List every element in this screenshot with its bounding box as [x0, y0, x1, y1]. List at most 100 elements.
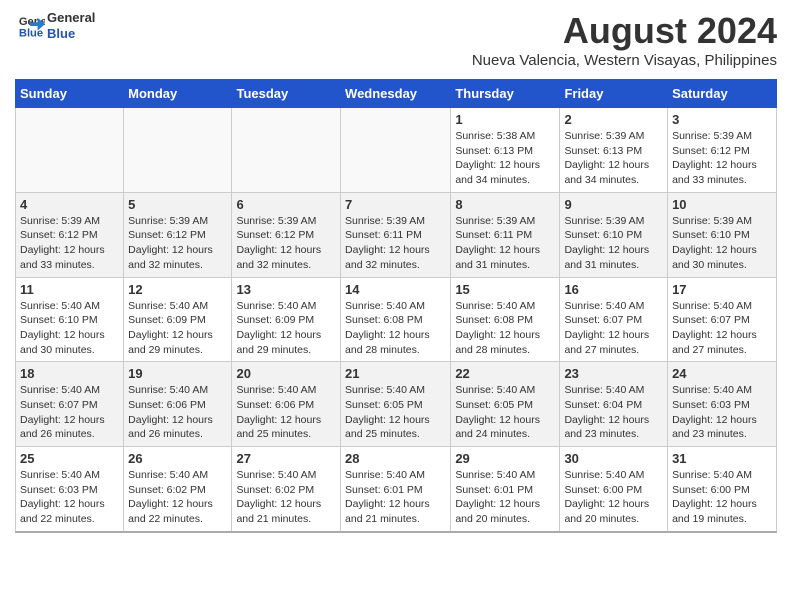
- day-number: 12: [128, 282, 227, 297]
- calendar-cell: 28 Sunrise: 5:40 AMSunset: 6:01 PMDayligh…: [341, 447, 451, 532]
- day-info: Sunrise: 5:39 AMSunset: 6:12 PMDaylight:…: [672, 129, 772, 188]
- day-number: 17: [672, 282, 772, 297]
- calendar-cell: 11Sunrise: 5:40 AMSunset: 6:10 PMDayligh…: [16, 277, 124, 362]
- calendar-cell: 30 Sunrise: 5:40 AMSunset: 6:00 PMDayligh…: [560, 447, 668, 532]
- calendar-cell: 19 Sunrise: 5:40 AMSunset: 6:06 PMDayligh…: [124, 362, 232, 447]
- calendar-cell: 20 Sunrise: 5:40 AMSunset: 6:06 PMDayligh…: [232, 362, 341, 447]
- day-info: Sunrise: 5:40 AMSunset: 6:08 PMDaylight:…: [455, 299, 555, 358]
- calendar-cell: [232, 108, 341, 193]
- day-info: Sunrise: 5:40 AMSunset: 6:05 PMDaylight:…: [455, 383, 555, 442]
- day-info: Sunrise: 5:39 AMSunset: 6:12 PMDaylight:…: [236, 214, 336, 273]
- calendar-cell: 5 Sunrise: 5:39 AMSunset: 6:12 PMDaylight…: [124, 192, 232, 277]
- calendar-cell: 27Sunrise: 5:40 AMSunset: 6:02 PMDayligh…: [232, 447, 341, 532]
- day-info: Sunrise: 5:40 AMSunset: 6:07 PMDaylight:…: [20, 383, 119, 442]
- day-number: 2: [564, 112, 663, 127]
- header-wednesday: Wednesday: [341, 80, 451, 108]
- calendar-header-row: SundayMondayTuesdayWednesdayThursdayFrid…: [16, 80, 777, 108]
- day-info: Sunrise: 5:40 AMSunset: 6:09 PMDaylight:…: [128, 299, 227, 358]
- day-info: Sunrise: 5:39 AMSunset: 6:11 PMDaylight:…: [455, 214, 555, 273]
- calendar-cell: 25 Sunrise: 5:40 AMSunset: 6:03 PMDayligh…: [16, 447, 124, 532]
- calendar-week-row: 18 Sunrise: 5:40 AMSunset: 6:07 PMDayligh…: [16, 362, 777, 447]
- calendar-week-row: 25 Sunrise: 5:40 AMSunset: 6:03 PMDayligh…: [16, 447, 777, 532]
- day-info: Sunrise: 5:40 AMSunset: 6:06 PMDaylight:…: [128, 383, 227, 442]
- header-friday: Friday: [560, 80, 668, 108]
- calendar-cell: 7 Sunrise: 5:39 AMSunset: 6:11 PMDaylight…: [341, 192, 451, 277]
- calendar-cell: [341, 108, 451, 193]
- calendar-cell: 10 Sunrise: 5:39 AMSunset: 6:10 PMDayligh…: [668, 192, 777, 277]
- calendar-cell: 9Sunrise: 5:39 AMSunset: 6:10 PMDaylight…: [560, 192, 668, 277]
- day-number: 4: [20, 197, 119, 212]
- day-number: 14: [345, 282, 446, 297]
- day-number: 25: [20, 451, 119, 466]
- calendar-cell: 3Sunrise: 5:39 AMSunset: 6:12 PMDaylight…: [668, 108, 777, 193]
- day-number: 23: [564, 366, 663, 381]
- svg-text:Blue: Blue: [19, 27, 43, 39]
- day-number: 6: [236, 197, 336, 212]
- page-header: General Blue General Blue August 2024 Nu…: [15, 10, 777, 75]
- calendar-cell: 18 Sunrise: 5:40 AMSunset: 6:07 PMDayligh…: [16, 362, 124, 447]
- day-info: Sunrise: 5:40 AMSunset: 6:06 PMDaylight:…: [236, 383, 336, 442]
- logo: General Blue General Blue: [15, 10, 95, 41]
- day-number: 28: [345, 451, 446, 466]
- day-number: 26: [128, 451, 227, 466]
- calendar-cell: [16, 108, 124, 193]
- calendar-cell: 8Sunrise: 5:39 AMSunset: 6:11 PMDaylight…: [451, 192, 560, 277]
- location-title: Nueva Valencia, Western Visayas, Philipp…: [472, 52, 777, 69]
- day-info: Sunrise: 5:40 AMSunset: 6:03 PMDaylight:…: [20, 468, 119, 527]
- calendar-week-row: 11Sunrise: 5:40 AMSunset: 6:10 PMDayligh…: [16, 277, 777, 362]
- calendar-week-row: 4 Sunrise: 5:39 AMSunset: 6:12 PMDaylight…: [16, 192, 777, 277]
- day-info: Sunrise: 5:39 AMSunset: 6:11 PMDaylight:…: [345, 214, 446, 273]
- day-number: 7: [345, 197, 446, 212]
- day-number: 27: [236, 451, 336, 466]
- day-number: 16: [564, 282, 663, 297]
- header-thursday: Thursday: [451, 80, 560, 108]
- day-info: Sunrise: 5:39 AMSunset: 6:12 PMDaylight:…: [128, 214, 227, 273]
- day-number: 29: [455, 451, 555, 466]
- calendar-cell: 14 Sunrise: 5:40 AMSunset: 6:08 PMDayligh…: [341, 277, 451, 362]
- day-info: Sunrise: 5:39 AMSunset: 6:13 PMDaylight:…: [564, 129, 663, 188]
- day-number: 19: [128, 366, 227, 381]
- calendar-cell: 6 Sunrise: 5:39 AMSunset: 6:12 PMDaylight…: [232, 192, 341, 277]
- calendar-cell: 23Sunrise: 5:40 AMSunset: 6:04 PMDayligh…: [560, 362, 668, 447]
- calendar-cell: 29 Sunrise: 5:40 AMSunset: 6:01 PMDayligh…: [451, 447, 560, 532]
- day-info: Sunrise: 5:40 AMSunset: 6:01 PMDaylight:…: [345, 468, 446, 527]
- day-info: Sunrise: 5:40 AMSunset: 6:07 PMDaylight:…: [672, 299, 772, 358]
- day-number: 10: [672, 197, 772, 212]
- day-info: Sunrise: 5:40 AMSunset: 6:00 PMDaylight:…: [564, 468, 663, 527]
- calendar-body: 1 Sunrise: 5:38 AMSunset: 6:13 PMDaylight…: [16, 108, 777, 532]
- calendar-cell: 12 Sunrise: 5:40 AMSunset: 6:09 PMDayligh…: [124, 277, 232, 362]
- header-sunday: Sunday: [16, 80, 124, 108]
- day-number: 20: [236, 366, 336, 381]
- day-info: Sunrise: 5:38 AMSunset: 6:13 PMDaylight:…: [455, 129, 555, 188]
- day-info: Sunrise: 5:40 AMSunset: 6:10 PMDaylight:…: [20, 299, 119, 358]
- calendar-cell: [124, 108, 232, 193]
- day-info: Sunrise: 5:40 AMSunset: 6:09 PMDaylight:…: [236, 299, 336, 358]
- day-number: 30: [564, 451, 663, 466]
- day-number: 24: [672, 366, 772, 381]
- calendar-cell: 17 Sunrise: 5:40 AMSunset: 6:07 PMDayligh…: [668, 277, 777, 362]
- day-number: 15: [455, 282, 555, 297]
- logo-icon: General Blue: [17, 12, 45, 40]
- day-info: Sunrise: 5:40 AMSunset: 6:01 PMDaylight:…: [455, 468, 555, 527]
- day-number: 13: [236, 282, 336, 297]
- calendar-cell: 24 Sunrise: 5:40 AMSunset: 6:03 PMDayligh…: [668, 362, 777, 447]
- logo-line2: Blue: [47, 26, 95, 42]
- day-info: Sunrise: 5:40 AMSunset: 6:03 PMDaylight:…: [672, 383, 772, 442]
- day-info: Sunrise: 5:39 AMSunset: 6:12 PMDaylight:…: [20, 214, 119, 273]
- day-number: 5: [128, 197, 227, 212]
- calendar-cell: 22 Sunrise: 5:40 AMSunset: 6:05 PMDayligh…: [451, 362, 560, 447]
- calendar-cell: 15 Sunrise: 5:40 AMSunset: 6:08 PMDayligh…: [451, 277, 560, 362]
- day-info: Sunrise: 5:39 AMSunset: 6:10 PMDaylight:…: [672, 214, 772, 273]
- calendar-cell: 13 Sunrise: 5:40 AMSunset: 6:09 PMDayligh…: [232, 277, 341, 362]
- logo-line1: General: [47, 10, 95, 26]
- day-number: 22: [455, 366, 555, 381]
- day-number: 31: [672, 451, 772, 466]
- calendar-cell: 26Sunrise: 5:40 AMSunset: 6:02 PMDayligh…: [124, 447, 232, 532]
- day-info: Sunrise: 5:40 AMSunset: 6:05 PMDaylight:…: [345, 383, 446, 442]
- day-number: 18: [20, 366, 119, 381]
- calendar-cell: 16Sunrise: 5:40 AMSunset: 6:07 PMDayligh…: [560, 277, 668, 362]
- day-info: Sunrise: 5:40 AMSunset: 6:08 PMDaylight:…: [345, 299, 446, 358]
- day-number: 1: [455, 112, 555, 127]
- calendar-week-row: 1 Sunrise: 5:38 AMSunset: 6:13 PMDaylight…: [16, 108, 777, 193]
- day-number: 9: [564, 197, 663, 212]
